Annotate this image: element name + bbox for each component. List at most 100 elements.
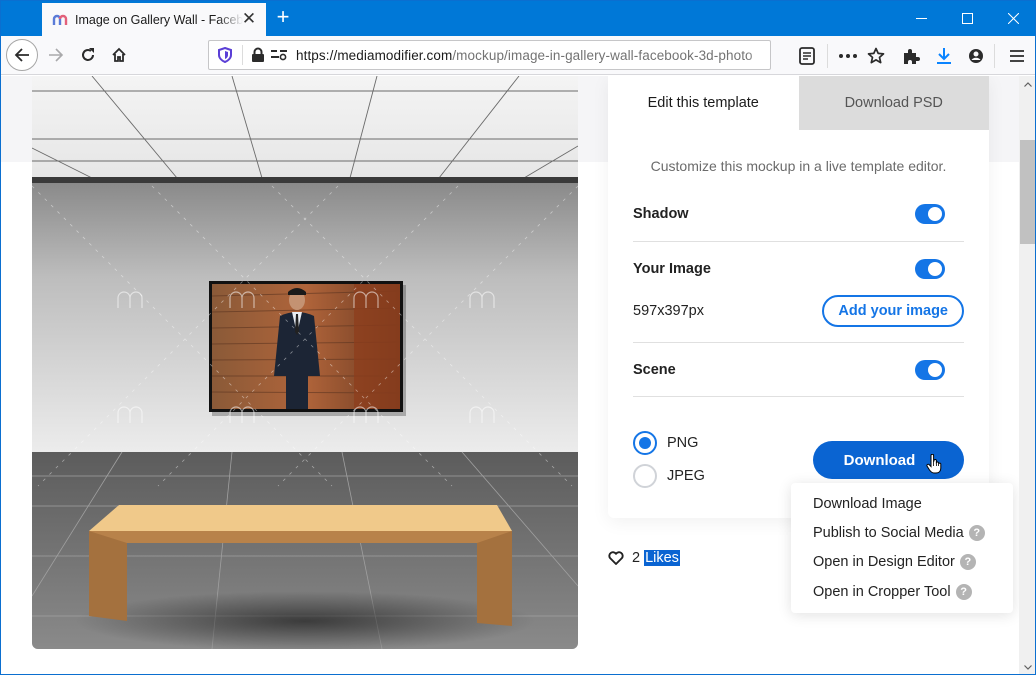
scene-option: Scene bbox=[633, 360, 964, 380]
likes-label: Likes bbox=[644, 550, 680, 566]
minimize-icon bbox=[915, 18, 927, 19]
your-image-option: Your Image bbox=[633, 259, 964, 279]
minimize-button[interactable] bbox=[898, 1, 944, 36]
bench-leg-right bbox=[477, 531, 512, 626]
url-bar[interactable]: https://mediamodifier.com/mockup/image-i… bbox=[208, 40, 771, 70]
mockup-preview-image bbox=[32, 76, 578, 649]
maximize-button[interactable] bbox=[944, 1, 990, 36]
divider bbox=[633, 396, 964, 397]
forward-button[interactable] bbox=[41, 40, 71, 70]
new-tab-button[interactable]: + bbox=[272, 6, 294, 29]
reload-button[interactable] bbox=[73, 40, 103, 70]
likes-count: 2 bbox=[632, 550, 641, 566]
bookmark-button[interactable] bbox=[864, 44, 888, 68]
permissions-icon[interactable] bbox=[271, 48, 287, 62]
home-icon bbox=[112, 47, 126, 62]
help-icon[interactable]: ? bbox=[959, 554, 976, 571]
chevron-down-icon bbox=[1023, 665, 1032, 670]
forward-arrow-icon bbox=[49, 48, 64, 62]
page-actions-button[interactable] bbox=[836, 44, 860, 68]
downloads-button[interactable] bbox=[932, 44, 956, 68]
heart-icon[interactable] bbox=[608, 551, 624, 565]
url-text[interactable]: https://mediamodifier.com/mockup/image-i… bbox=[296, 48, 770, 63]
tab-edit-template[interactable]: Edit this template bbox=[608, 76, 799, 130]
reader-view-icon bbox=[799, 47, 815, 65]
mediamodifier-favicon-icon bbox=[52, 14, 68, 26]
menu-item-design-editor[interactable]: Open in Design Editor ? bbox=[791, 548, 1013, 577]
page-content: Edit this template Download PSD Customiz… bbox=[1, 76, 1019, 674]
image-dimensions: 597x397px bbox=[633, 303, 704, 319]
maximize-icon bbox=[961, 13, 973, 24]
menu-item-label: Open in Cropper Tool bbox=[813, 583, 951, 600]
menu-item-label: Open in Design Editor bbox=[813, 554, 955, 571]
gallery-scene bbox=[32, 76, 578, 649]
browser-window: Image on Gallery Wall - Facebook 3D Phot… bbox=[0, 0, 1036, 675]
account-icon bbox=[969, 49, 983, 63]
back-arrow-icon bbox=[14, 48, 29, 62]
shadow-toggle[interactable] bbox=[915, 204, 945, 224]
window-close-icon bbox=[1007, 13, 1019, 24]
toolbar-separator bbox=[827, 44, 828, 68]
title-bar: Image on Gallery Wall - Facebook 3D Phot… bbox=[1, 1, 1035, 36]
url-separator bbox=[242, 45, 243, 65]
toolbar-separator bbox=[994, 44, 995, 68]
scroll-up-button[interactable] bbox=[1019, 76, 1035, 93]
tab-close-icon[interactable]: ✕ bbox=[241, 10, 257, 27]
extensions-button[interactable] bbox=[899, 44, 923, 68]
menu-item-cropper-tool[interactable]: Open in Cropper Tool ? bbox=[791, 577, 1013, 606]
image-size-row: 597x397px Add your image bbox=[633, 295, 964, 327]
reload-icon bbox=[82, 48, 94, 61]
tracking-protection-shield-icon[interactable] bbox=[217, 46, 233, 64]
png-radio[interactable] bbox=[633, 431, 657, 455]
reader-view-button[interactable] bbox=[795, 44, 819, 68]
star-icon bbox=[867, 47, 885, 64]
format-png-option[interactable]: PNG bbox=[633, 431, 698, 455]
bench-leg-left bbox=[89, 531, 127, 621]
lock-icon[interactable] bbox=[251, 47, 265, 63]
your-image-label: Your Image bbox=[633, 261, 711, 277]
scene-toggle[interactable] bbox=[915, 360, 945, 380]
menu-item-publish-social[interactable]: Publish to Social Media ? bbox=[791, 518, 1013, 547]
shadow-option: Shadow bbox=[633, 204, 964, 224]
scene-label: Scene bbox=[633, 362, 676, 378]
scrollbar-thumb[interactable] bbox=[1020, 140, 1035, 244]
account-button[interactable] bbox=[964, 44, 988, 68]
ceiling-edge bbox=[32, 177, 578, 183]
browser-tab[interactable]: Image on Gallery Wall - Facebook 3D Phot… bbox=[42, 3, 266, 36]
tab-title: Image on Gallery Wall - Facebook 3D Phot… bbox=[75, 12, 243, 27]
jpeg-radio[interactable] bbox=[633, 464, 657, 488]
bench-shadow bbox=[75, 591, 535, 649]
chevron-up-icon bbox=[1023, 82, 1032, 87]
divider bbox=[633, 241, 964, 242]
hamburger-menu-icon bbox=[1010, 50, 1024, 62]
more-icon bbox=[839, 54, 857, 58]
png-label: PNG bbox=[667, 435, 699, 451]
panel-tabs: Edit this template Download PSD bbox=[608, 76, 989, 130]
url-host: https://mediamodifier.com bbox=[296, 47, 453, 63]
help-icon[interactable]: ? bbox=[968, 524, 985, 541]
hand-pointer-cursor-icon bbox=[926, 454, 942, 474]
bench-top bbox=[89, 505, 512, 531]
menu-item-label: Publish to Social Media bbox=[813, 524, 964, 541]
divider bbox=[633, 342, 964, 343]
format-jpeg-option[interactable]: JPEG bbox=[633, 464, 705, 488]
scroll-down-button[interactable] bbox=[1019, 659, 1035, 674]
your-image-toggle[interactable] bbox=[915, 259, 945, 279]
menu-item-download-image[interactable]: Download Image bbox=[791, 489, 1013, 518]
download-dropdown-menu: Download Image Publish to Social Media ?… bbox=[791, 483, 1013, 613]
template-options-panel: Edit this template Download PSD Customiz… bbox=[608, 76, 989, 518]
tab-download-psd[interactable]: Download PSD bbox=[798, 76, 989, 130]
home-button[interactable] bbox=[104, 40, 134, 70]
add-your-image-button[interactable]: Add your image bbox=[822, 295, 964, 327]
back-button[interactable] bbox=[6, 39, 38, 71]
app-menu-button[interactable] bbox=[1005, 44, 1029, 68]
shadow-label: Shadow bbox=[633, 206, 689, 222]
jpeg-label: JPEG bbox=[667, 468, 705, 484]
help-icon[interactable]: ? bbox=[955, 583, 972, 600]
window-close-button[interactable] bbox=[990, 1, 1035, 36]
url-path: /mockup/image-in-gallery-wall-facebook-3… bbox=[452, 47, 753, 63]
likes: 2 Likes bbox=[608, 550, 680, 566]
vertical-scrollbar[interactable] bbox=[1019, 76, 1035, 674]
puzzle-piece-icon bbox=[904, 49, 920, 64]
panel-description: Customize this mockup in a live template… bbox=[650, 158, 947, 174]
